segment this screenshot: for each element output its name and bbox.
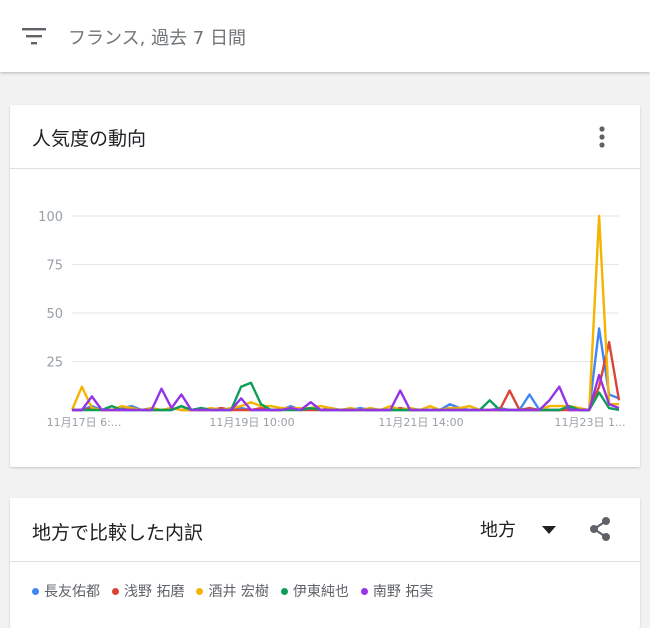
x-tick-label: 11月21日 14:00	[378, 416, 463, 429]
dropdown-arrow-icon	[542, 526, 556, 534]
interest-over-time-card: 人気度の動向 25 50 75 100 11月17日 6:... 11月19日 10:0…	[10, 105, 640, 467]
legend-item[interactable]: 長友佑都	[32, 581, 100, 601]
trend-line-chart: 25 50 75 100 11月17日 6:... 11月19日 10:00 11月21日…	[38, 210, 626, 429]
more-vertical-icon[interactable]	[592, 125, 612, 149]
region-select[interactable]: 地方	[480, 516, 556, 544]
legend-dot-icon	[360, 587, 368, 595]
share-icon[interactable]	[586, 515, 614, 543]
legend-dot-icon	[32, 587, 39, 595]
card-divider	[10, 561, 640, 562]
y-tick-label: 75	[46, 259, 63, 274]
top-bar: フランス, 過去 7 日間	[0, 0, 650, 72]
x-tick-label: 11月23日 1...	[555, 416, 626, 429]
region-select-value: 地方	[480, 520, 516, 541]
chart-x-tick-labels: 11月17日 6:... 11月19日 10:00 11月21日 14:00 11月2…	[47, 416, 626, 429]
filter-summary[interactable]: フランス, 過去 7 日間	[68, 24, 246, 50]
legend-label: 酒井 宏樹	[208, 584, 269, 600]
legend-label: 長友佑都	[44, 584, 100, 600]
x-tick-label: 11月17日 6:...	[47, 416, 122, 429]
legend-item[interactable]: 浅野 拓磨	[112, 581, 184, 601]
legend-dot-icon	[112, 587, 119, 595]
legend-item[interactable]: 南野 拓実	[360, 581, 434, 601]
y-tick-label: 50	[46, 307, 63, 322]
legend-dot-icon	[196, 587, 204, 595]
chart-gridlines	[72, 215, 619, 362]
chart-y-tick-labels: 25 50 75 100	[38, 210, 63, 371]
card-title: 人気度の動向	[32, 128, 147, 150]
legend-dot-icon	[280, 587, 288, 595]
legend-label: 浅野 拓磨	[124, 584, 185, 600]
region-breakdown-card: 地方で比較した内訳 地方 長友佑都 浅野 拓磨 酒井 宏樹 伊東純也 南野 拓実	[10, 498, 640, 628]
legend-item[interactable]: 伊東純也	[280, 581, 349, 601]
legend: 長友佑都 浅野 拓磨 酒井 宏樹 伊東純也 南野 拓実	[32, 581, 445, 601]
legend-item[interactable]: 酒井 宏樹	[196, 581, 269, 601]
legend-label: 伊東純也	[292, 584, 349, 600]
filter-icon[interactable]	[22, 27, 46, 45]
y-tick-label: 25	[46, 356, 63, 371]
series-line-2[interactable]	[72, 340, 621, 412]
card-title: 地方で比較した内訳	[32, 522, 204, 544]
legend-label: 南野 拓実	[372, 584, 434, 600]
x-tick-label: 11月19日 10:00	[209, 416, 294, 429]
series-line-1[interactable]	[72, 327, 620, 412]
y-tick-label: 100	[38, 210, 63, 225]
